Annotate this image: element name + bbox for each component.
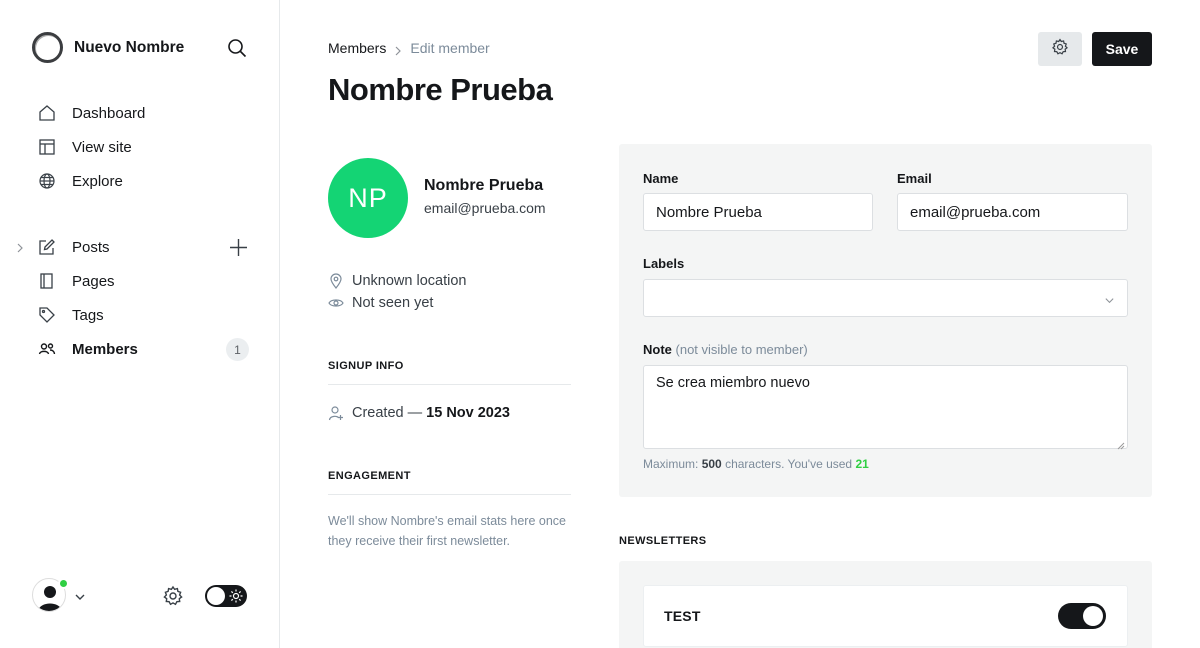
chevron-right-icon [394, 43, 402, 56]
view-site-icon [38, 138, 56, 156]
location-text: Unknown location [352, 273, 467, 289]
add-post-icon[interactable] [229, 238, 248, 257]
primary-nav: Dashboard View site Explore [0, 96, 280, 198]
name-input[interactable]: Nombre Prueba [643, 193, 873, 231]
sidebar-item-label: Members [72, 340, 138, 358]
eye-icon [328, 295, 344, 311]
note-value: Se crea miembro nuevo [656, 375, 810, 391]
sidebar-item-view-site[interactable]: View site [0, 130, 280, 164]
note-label-text: Note [643, 342, 672, 357]
content-nav: Posts Pages Tags Members 1 [0, 230, 280, 366]
sidebar-item-label: Posts [72, 238, 110, 256]
search-icon[interactable] [226, 37, 248, 59]
globe-icon [38, 172, 56, 190]
save-button[interactable]: Save [1092, 32, 1152, 66]
gear-icon [1051, 38, 1069, 61]
home-icon [38, 104, 56, 122]
sidebar-item-label: Tags [72, 306, 104, 324]
labels-select[interactable] [643, 279, 1128, 317]
chevron-right-icon[interactable] [14, 241, 26, 253]
sidebar-item-tags[interactable]: Tags [0, 298, 280, 332]
sidebar: Nuevo Nombre Dashboard View site Explore [0, 0, 280, 648]
chevron-down-icon[interactable] [74, 590, 86, 602]
labels-label: Labels [643, 256, 685, 271]
last-seen-text: Not seen yet [352, 295, 434, 311]
breadcrumb-current: Edit member [410, 40, 490, 56]
sidebar-item-label: Explore [72, 172, 123, 190]
pages-icon [38, 272, 56, 290]
brand[interactable]: Nuevo Nombre [32, 32, 184, 63]
sidebar-item-posts[interactable]: Posts [0, 230, 280, 264]
sidebar-item-dashboard[interactable]: Dashboard [0, 96, 280, 130]
online-status-dot [58, 578, 69, 589]
user-menu[interactable] [32, 578, 69, 614]
tag-icon [38, 306, 56, 324]
newsletter-subscription-toggle[interactable] [1058, 603, 1106, 629]
name-label: Name [643, 171, 679, 186]
resize-handle-icon[interactable] [1117, 438, 1125, 450]
breadcrumb-members-link[interactable]: Members [328, 40, 386, 56]
note-textarea[interactable]: Se crea miembro nuevo [643, 365, 1128, 450]
hint-max: 500 [701, 457, 722, 471]
engagement-heading: ENGAGEMENT [328, 470, 571, 495]
settings-gear-icon[interactable] [162, 585, 184, 607]
note-char-hint: Maximum: 500 characters. You've used 21 [643, 457, 869, 471]
site-logo [32, 32, 63, 63]
hint-prefix: Maximum: [643, 457, 699, 471]
sidebar-item-label: View site [72, 138, 132, 156]
sidebar-item-label: Pages [72, 272, 115, 290]
member-email: email@prueba.com [424, 200, 546, 216]
sidebar-item-members[interactable]: Members 1 [0, 332, 280, 366]
hint-middle: characters. You've used [725, 457, 853, 471]
sun-icon [229, 589, 243, 603]
signup-created: Created — 15 Nov 2023 [328, 405, 510, 421]
member-location: Unknown location [328, 273, 466, 289]
sidebar-item-explore[interactable]: Explore [0, 164, 280, 198]
page-title: Nombre Prueba [328, 72, 553, 107]
member-avatar: NP [328, 158, 408, 238]
member-form: Name Nombre Prueba Email email@prueba.co… [619, 144, 1152, 497]
members-count-badge: 1 [226, 338, 249, 361]
newsletter-name: TEST [664, 608, 701, 624]
member-last-seen: Not seen yet [328, 295, 433, 311]
sidebar-item-pages[interactable]: Pages [0, 264, 280, 298]
newsletters-heading: NEWSLETTERS [619, 535, 707, 547]
toggle-knob [207, 587, 225, 605]
engagement-text: We'll show Nombre's email stats here onc… [328, 514, 566, 548]
user-add-icon [328, 405, 344, 421]
dark-mode-toggle[interactable] [205, 585, 247, 607]
location-pin-icon [328, 273, 344, 289]
note-label: Note (not visible to member) [643, 342, 808, 357]
newsletter-item: TEST [643, 585, 1128, 647]
email-input[interactable]: email@prueba.com [897, 193, 1128, 231]
email-label: Email [897, 171, 932, 186]
chevron-down-icon [1104, 293, 1115, 310]
signup-info-heading: SIGNUP INFO [328, 360, 571, 385]
site-name: Nuevo Nombre [74, 38, 185, 56]
hint-used: 21 [855, 457, 869, 471]
members-icon [38, 340, 56, 358]
sidebar-item-label: Dashboard [72, 104, 146, 122]
breadcrumb: Members Edit member [328, 40, 490, 56]
toggle-knob [1083, 606, 1103, 626]
member-actions-button[interactable] [1038, 32, 1082, 66]
member-name: Nombre Prueba [424, 177, 544, 194]
newsletters-card: TEST [619, 561, 1152, 648]
sidebar-footer [32, 578, 250, 614]
note-sublabel: (not visible to member) [675, 342, 808, 357]
pencil-icon [38, 238, 56, 256]
created-date: 15 Nov 2023 [426, 405, 510, 421]
created-prefix: Created — [352, 405, 423, 421]
